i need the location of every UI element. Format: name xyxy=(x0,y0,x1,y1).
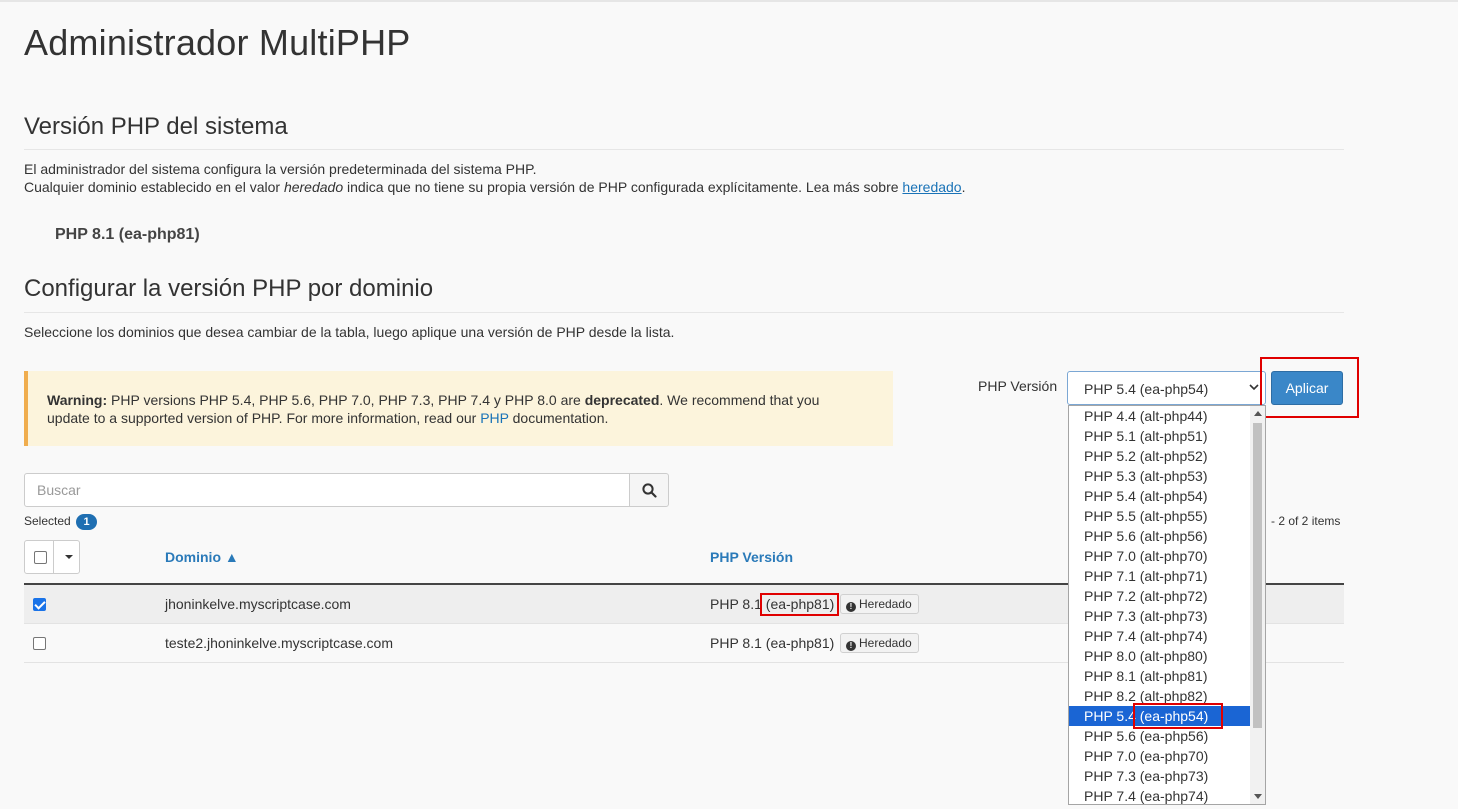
caret-down-icon[interactable] xyxy=(65,555,73,559)
domain-version-heading: Configurar la versión PHP por dominio xyxy=(24,275,434,302)
search-input[interactable] xyxy=(24,473,630,507)
scroll-up-arrow-icon[interactable] xyxy=(1254,411,1262,416)
version-option[interactable]: PHP 5.1 (alt-php51) xyxy=(1069,426,1250,446)
items-count: - 2 of 2 items xyxy=(1271,514,1341,528)
version-option[interactable]: PHP 5.2 (alt-php52) xyxy=(1069,446,1250,466)
php-version-select[interactable]: PHP 5.4 (ea-php54) xyxy=(1067,371,1266,405)
system-description: El administrador del sistema configura l… xyxy=(24,161,966,195)
system-version-heading: Versión PHP del sistema xyxy=(24,113,288,140)
column-header-version: PHP Versión xyxy=(710,549,794,565)
version-option[interactable]: PHP 8.0 (alt-php80) xyxy=(1069,646,1250,666)
chevron-down-icon xyxy=(1249,380,1259,394)
highlight-frame xyxy=(760,593,839,616)
version-option[interactable]: PHP 5.4 (alt-php54) xyxy=(1069,486,1250,506)
version-cell: PHP 8.1 (ea-php81) xyxy=(710,635,835,651)
php-version-label: PHP Versión xyxy=(978,378,1058,394)
scroll-down-arrow-icon[interactable] xyxy=(1254,794,1262,799)
php-version-dropdown-list[interactable]: PHP 4.4 (alt-php44) PHP 5.1 (alt-php51) … xyxy=(1068,405,1266,805)
version-option[interactable]: PHP 7.4 (alt-php74) xyxy=(1069,626,1250,646)
version-option[interactable]: PHP 7.3 (alt-php73) xyxy=(1069,606,1250,626)
row-checkbox[interactable] xyxy=(33,598,46,611)
top-border xyxy=(0,0,1458,2)
selected-count-badge: 1 xyxy=(76,514,97,530)
version-option[interactable]: PHP 7.2 (alt-php72) xyxy=(1069,586,1250,606)
version-option[interactable]: PHP 5.6 (alt-php56) xyxy=(1069,526,1250,546)
dropdown-scrollbar[interactable] xyxy=(1250,406,1265,804)
version-option[interactable]: PHP 7.0 (ea-php70) xyxy=(1069,746,1250,766)
version-option[interactable]: PHP 5.5 (alt-php55) xyxy=(1069,506,1250,526)
domain-cell: jhoninkelve.myscriptcase.com xyxy=(165,596,351,612)
info-icon: ! xyxy=(846,602,856,612)
info-icon: ! xyxy=(846,641,856,651)
version-option[interactable]: PHP 7.0 (alt-php70) xyxy=(1069,546,1250,566)
version-option[interactable]: PHP 5.3 (alt-php53) xyxy=(1069,466,1250,486)
highlight-frame xyxy=(1133,703,1223,729)
php-docs-link[interactable]: PHP xyxy=(480,410,509,426)
version-option[interactable]: PHP 7.1 (alt-php71) xyxy=(1069,566,1250,586)
highlight-frame xyxy=(1260,357,1359,418)
row-checkbox[interactable] xyxy=(33,637,46,650)
domain-instructions: Seleccione los dominios que desea cambia… xyxy=(24,324,675,340)
scrollbar-thumb[interactable] xyxy=(1253,423,1262,728)
version-option[interactable]: PHP 5.6 (ea-php56) xyxy=(1069,726,1250,746)
version-option[interactable]: PHP 4.4 (alt-php44) xyxy=(1069,406,1250,426)
system-php-version: PHP 8.1 (ea-php81) xyxy=(55,226,200,243)
select-all-checkbox[interactable] xyxy=(34,551,47,564)
domain-cell: teste2.jhoninkelve.myscriptcase.com xyxy=(165,635,393,651)
page-title: Administrador MultiPHP xyxy=(24,22,411,63)
version-option[interactable]: PHP 7.3 (ea-php73) xyxy=(1069,766,1250,786)
bulk-select-control[interactable] xyxy=(24,540,80,574)
inherited-help-link[interactable]: heredado xyxy=(902,179,961,195)
inherited-badge: ! Heredado xyxy=(840,633,919,653)
column-header-domain[interactable]: Dominio ▲ xyxy=(165,549,239,565)
version-code: (ea-php81) xyxy=(765,635,835,651)
inherited-badge: ! Heredado xyxy=(840,594,919,614)
divider xyxy=(24,149,1344,150)
version-option[interactable]: PHP 7.4 (ea-php74) xyxy=(1069,786,1250,804)
description-line-1: El administrador del sistema configura l… xyxy=(24,161,537,177)
divider xyxy=(24,312,1344,313)
selected-version: PHP 5.4 (ea-php54) xyxy=(1084,381,1209,397)
search-button[interactable] xyxy=(629,473,669,507)
selected-label: Selected xyxy=(24,514,71,528)
deprecation-warning: Warning: PHP versions PHP 5.4, PHP 5.6, … xyxy=(24,371,893,446)
search-icon xyxy=(642,483,657,498)
version-option[interactable]: PHP 8.1 (alt-php81) xyxy=(1069,666,1250,686)
